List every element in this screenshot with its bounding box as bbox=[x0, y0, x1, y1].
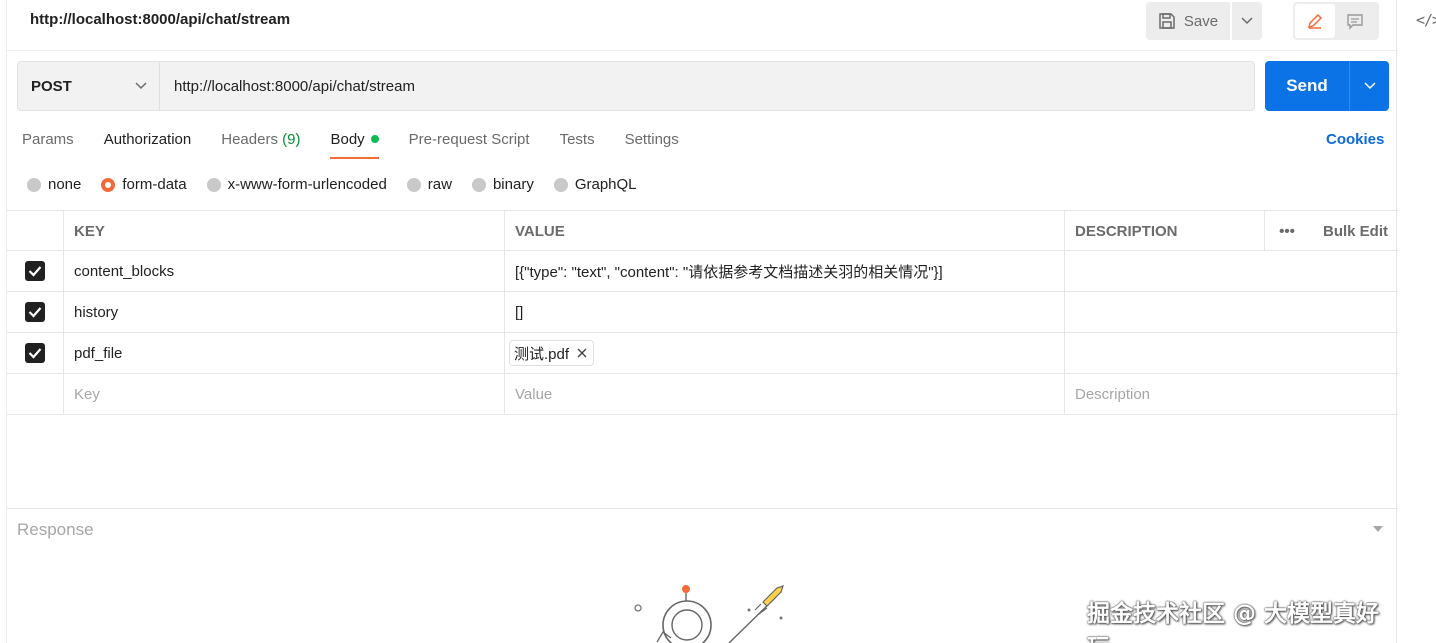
right-sidebar: </> bbox=[1398, 0, 1436, 643]
caret-down-icon[interactable] bbox=[1372, 525, 1384, 533]
tab-headers-label: Headers bbox=[221, 131, 278, 148]
tab-headers[interactable]: Headers (9) bbox=[221, 129, 300, 159]
radio-label: binary bbox=[492, 176, 534, 193]
row-checkbox[interactable] bbox=[25, 343, 45, 363]
column-header-key: KEY bbox=[63, 211, 504, 251]
code-snippet-icon[interactable]: </> bbox=[1416, 11, 1436, 29]
form-data-table: KEY VALUE DESCRIPTION ••• Bulk Edit cont… bbox=[7, 210, 1398, 415]
body-mode-radios: none form-data x-www-form-urlencoded raw… bbox=[27, 176, 657, 193]
radio-circle bbox=[553, 177, 568, 192]
table-row: content_blocks [{"type": "text", "conten… bbox=[7, 251, 1398, 292]
radio-label: GraphQL bbox=[574, 176, 637, 193]
key-cell[interactable]: history bbox=[63, 292, 504, 332]
method-select[interactable]: POST bbox=[18, 62, 160, 110]
check-icon bbox=[28, 307, 42, 318]
description-cell[interactable] bbox=[1064, 251, 1398, 291]
radio-urlencoded[interactable]: x-www-form-urlencoded bbox=[206, 176, 387, 193]
check-icon bbox=[28, 348, 42, 359]
headers-count: (9) bbox=[282, 131, 301, 148]
description-cell[interactable] bbox=[1064, 333, 1398, 373]
chevron-down-icon bbox=[1241, 17, 1253, 25]
key-cell[interactable]: pdf_file bbox=[63, 333, 504, 373]
save-group: Save bbox=[1146, 2, 1262, 40]
request-line: POST http://localhost:8000/api/chat/stre… bbox=[17, 61, 1255, 111]
file-name: 测试.pdf bbox=[514, 345, 570, 363]
tab-settings[interactable]: Settings bbox=[625, 129, 679, 159]
comment-icon bbox=[1347, 14, 1363, 30]
view-mode-toggle bbox=[1293, 2, 1379, 40]
tab-params[interactable]: Params bbox=[22, 129, 74, 159]
comments-button[interactable] bbox=[1335, 4, 1375, 38]
description-cell[interactable] bbox=[1064, 292, 1398, 332]
tab-authorization[interactable]: Authorization bbox=[104, 129, 192, 159]
url-input[interactable]: http://localhost:8000/api/chat/stream bbox=[160, 62, 415, 110]
chevron-down-icon bbox=[135, 82, 147, 90]
send-button[interactable]: Send bbox=[1265, 61, 1350, 111]
row-checkbox-cell bbox=[7, 333, 63, 373]
request-panel: http://localhost:8000/api/chat/stream Sa… bbox=[6, 0, 1398, 643]
description-input[interactable]: Description bbox=[1064, 374, 1398, 414]
radio-form-data[interactable]: form-data bbox=[101, 176, 187, 193]
save-icon bbox=[1159, 13, 1175, 29]
file-chip[interactable]: 测试.pdf bbox=[509, 340, 595, 366]
radio-none[interactable]: none bbox=[27, 176, 81, 193]
astronaut-rocket-illustration bbox=[634, 585, 784, 643]
column-header-description: DESCRIPTION bbox=[1064, 211, 1264, 251]
pencil-icon bbox=[1307, 13, 1323, 29]
table-row: history [] bbox=[7, 292, 1398, 333]
tab-body-label: Body bbox=[330, 131, 365, 148]
row-checkbox-cell bbox=[7, 292, 63, 332]
radio-circle bbox=[27, 177, 41, 192]
send-group: Send bbox=[1265, 61, 1389, 111]
bulk-edit-button[interactable]: Bulk Edit bbox=[1309, 211, 1398, 251]
radio-circle bbox=[406, 177, 421, 192]
row-checkbox-cell bbox=[7, 374, 63, 414]
key-cell[interactable]: content_blocks bbox=[63, 251, 504, 291]
request-tabs: Params Authorization Headers (9) Body Pr… bbox=[22, 129, 709, 159]
radio-binary[interactable]: binary bbox=[471, 176, 534, 193]
radio-raw[interactable]: raw bbox=[406, 176, 452, 193]
radio-label: none bbox=[48, 176, 82, 193]
tab-tests[interactable]: Tests bbox=[560, 129, 595, 159]
tab-body[interactable]: Body bbox=[330, 129, 379, 159]
chevron-down-icon bbox=[1363, 82, 1376, 90]
table-row: pdf_file 测试.pdf bbox=[7, 333, 1398, 374]
table-header-row: KEY VALUE DESCRIPTION ••• Bulk Edit bbox=[7, 210, 1398, 251]
value-cell: 测试.pdf bbox=[504, 333, 1064, 373]
row-checkbox[interactable] bbox=[25, 302, 45, 322]
body-active-indicator bbox=[370, 135, 379, 143]
value-input[interactable]: Value bbox=[504, 374, 1064, 414]
table-row-new: Key Value Description bbox=[7, 374, 1398, 415]
value-cell[interactable]: [] bbox=[504, 292, 1064, 332]
radio-circle-selected bbox=[101, 177, 116, 192]
tab-prerequest-script[interactable]: Pre-request Script bbox=[409, 129, 530, 159]
save-label: Save bbox=[1183, 12, 1219, 30]
more-options-button[interactable]: ••• bbox=[1264, 211, 1309, 251]
send-options-button[interactable] bbox=[1350, 61, 1389, 111]
column-header-value: VALUE bbox=[504, 211, 1064, 251]
key-input[interactable]: Key bbox=[63, 374, 504, 414]
header-check-cell bbox=[7, 211, 63, 251]
divider bbox=[7, 508, 1398, 509]
divider bbox=[7, 50, 1398, 51]
save-button[interactable]: Save bbox=[1146, 2, 1230, 40]
method-label: POST bbox=[31, 77, 72, 95]
request-title[interactable]: http://localhost:8000/api/chat/stream bbox=[30, 11, 290, 28]
radio-circle bbox=[471, 177, 486, 192]
edit-mode-button[interactable] bbox=[1295, 4, 1335, 38]
radio-circle bbox=[206, 177, 221, 192]
save-options-button[interactable] bbox=[1232, 2, 1262, 40]
value-cell[interactable]: [{"type": "text", "content": "请依据参考文档描述关… bbox=[504, 251, 1064, 291]
row-checkbox[interactable] bbox=[25, 261, 45, 281]
watermark-text: 掘金技术社区 @ 大模型真好玩 bbox=[1087, 601, 1380, 643]
cookies-link[interactable]: Cookies bbox=[1326, 131, 1384, 148]
close-icon[interactable] bbox=[577, 348, 587, 358]
radio-label: x-www-form-urlencoded bbox=[227, 176, 387, 193]
radio-label: raw bbox=[427, 176, 452, 193]
check-icon bbox=[28, 266, 42, 277]
response-header[interactable]: Response bbox=[17, 520, 94, 540]
radio-graphql[interactable]: GraphQL bbox=[553, 176, 637, 193]
radio-label: form-data bbox=[122, 176, 187, 193]
row-checkbox-cell bbox=[7, 251, 63, 291]
